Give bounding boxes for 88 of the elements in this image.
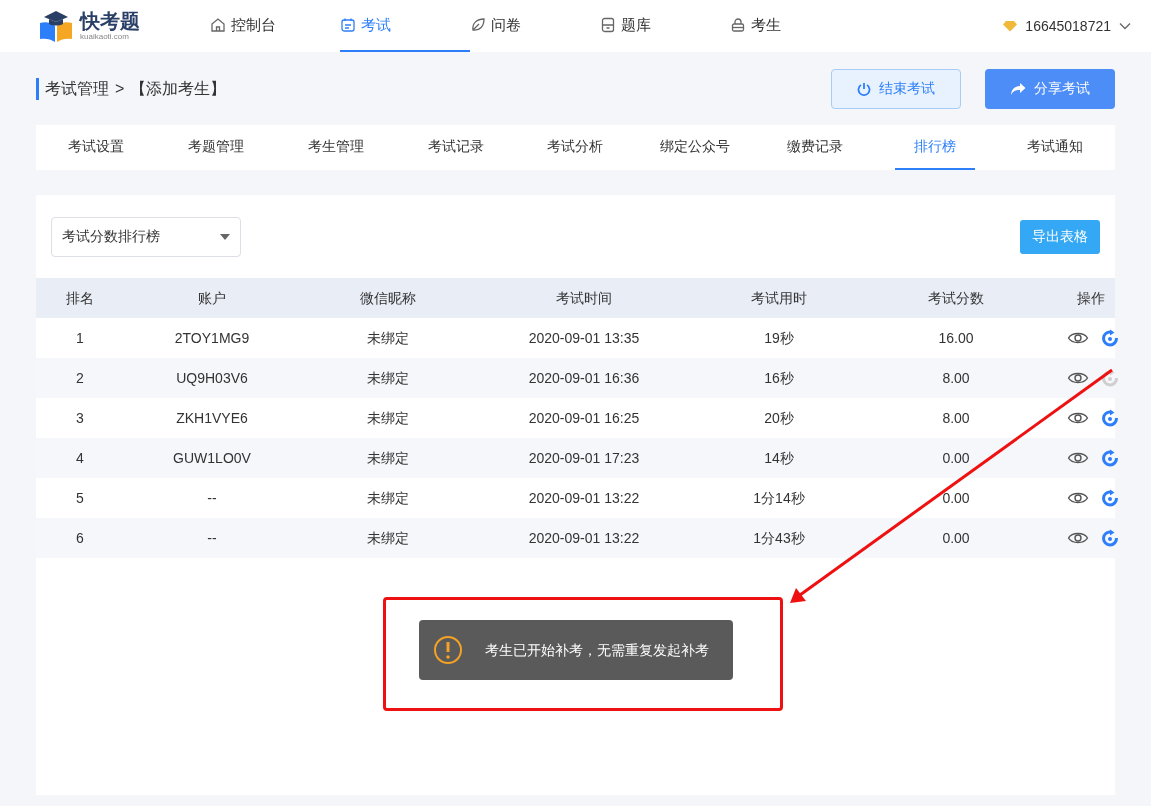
eye-icon[interactable] xyxy=(1067,450,1089,466)
table-cell-text: 8.00 xyxy=(942,368,970,388)
ranking-select[interactable]: 考试分数排行榜 xyxy=(51,216,241,257)
tab[interactable]: 考生管理 xyxy=(295,125,376,170)
eye-icon[interactable] xyxy=(1067,490,1089,506)
table-cell-text: 2020-09-01 13:22 xyxy=(528,488,640,508)
table-cell-text: 2020-09-01 16:36 xyxy=(528,368,640,388)
table-cell-text: 1分43秒 xyxy=(753,528,805,548)
leaf-icon xyxy=(470,17,486,33)
nav-item[interactable]: 控制台 xyxy=(210,0,340,52)
archive-icon xyxy=(600,17,616,33)
table-cell-text: 未绑定 xyxy=(367,328,409,348)
tab[interactable]: 考题管理 xyxy=(175,125,256,170)
retake-icon[interactable] xyxy=(1101,449,1119,467)
tab[interactable]: 考试通知 xyxy=(1015,125,1096,170)
table-cell-text: 0.00 xyxy=(942,488,970,508)
column-header: 操作 xyxy=(1077,288,1105,308)
breadcrumb-current: 【添加考生】 xyxy=(130,78,227,99)
table-cell-text: 16秒 xyxy=(764,368,794,388)
nav-item[interactable]: 问卷 xyxy=(470,0,600,52)
table-cell-text: 未绑定 xyxy=(367,528,409,548)
chevron-down-icon[interactable] xyxy=(1119,22,1131,30)
column-header: 排名 xyxy=(66,288,94,308)
power-icon xyxy=(857,81,871,96)
breadcrumb-link[interactable]: 考试管理 xyxy=(45,76,109,101)
table-cell-text: 2 xyxy=(76,368,84,388)
logo-text: 快考题 xyxy=(80,11,140,31)
tab[interactable]: 排行榜 xyxy=(895,125,976,170)
table-cell-text: 20秒 xyxy=(764,408,794,428)
table-cell-text: 未绑定 xyxy=(367,368,409,388)
table-cell-text: 3 xyxy=(76,408,84,428)
column-header: 考试时间 xyxy=(556,288,612,308)
tab[interactable]: 考试设置 xyxy=(55,125,136,170)
column-header: 考试用时 xyxy=(751,288,807,308)
tab[interactable]: 绑定公众号 xyxy=(654,125,737,170)
eye-icon[interactable] xyxy=(1067,370,1089,386)
nav-item[interactable]: 考生 xyxy=(730,0,860,52)
home-icon xyxy=(210,17,226,33)
table-cell-text: 未绑定 xyxy=(367,408,409,428)
table-cell-text: 2020-09-01 13:35 xyxy=(528,328,640,348)
table-cell-text: ZKH1VYE6 xyxy=(176,408,248,428)
table-cell-text: 6 xyxy=(76,528,84,548)
breadcrumb-separator: > xyxy=(115,78,125,99)
table-cell-text: 2020-09-01 16:25 xyxy=(528,408,640,428)
tab[interactable]: 考试记录 xyxy=(415,125,496,170)
table-cell-text: 1 xyxy=(76,328,84,348)
table-cell-text: 未绑定 xyxy=(367,448,409,468)
tab[interactable]: 考试分析 xyxy=(535,125,616,170)
retake-icon[interactable] xyxy=(1101,489,1119,507)
table-cell-text: 0.00 xyxy=(942,448,970,468)
eye-icon[interactable] xyxy=(1067,410,1089,426)
diamond-icon xyxy=(1003,20,1018,32)
table-cell-text: -- xyxy=(207,488,217,508)
share-arrow-icon xyxy=(1010,81,1026,96)
eye-icon[interactable] xyxy=(1067,330,1089,346)
table-cell-text: 未绑定 xyxy=(367,488,409,508)
end-exam-button[interactable]: 结束考试 xyxy=(831,68,961,109)
table-cell-text: 8.00 xyxy=(942,408,970,428)
table-cell-text: 2020-09-01 17:23 xyxy=(528,448,640,468)
dropdown-caret-icon xyxy=(220,233,230,240)
column-header: 考试分数 xyxy=(928,288,984,308)
eye-icon[interactable] xyxy=(1067,530,1089,546)
table-cell-text: GUW1LO0V xyxy=(173,448,251,468)
table-cell-text: 2TOY1MG9 xyxy=(174,328,250,348)
table-cell-text: 14秒 xyxy=(764,448,794,468)
lock-icon xyxy=(730,17,746,33)
table-cell-text: UQ9H03V6 xyxy=(176,368,248,388)
table-cell-text: 4 xyxy=(76,448,84,468)
table-cell-text: 2020-09-01 13:22 xyxy=(528,528,640,548)
table-cell-text: 19秒 xyxy=(764,328,794,348)
table-cell-text: 0.00 xyxy=(942,528,970,548)
logo-domain: kuaikaoti.com xyxy=(80,33,130,41)
nav-item[interactable]: 题库 xyxy=(600,0,730,52)
tab[interactable]: 缴费记录 xyxy=(775,125,856,170)
warning-icon xyxy=(432,635,463,665)
table-cell-text: -- xyxy=(207,528,217,548)
toast-text: 考生已开始补考，无需重复发起补考 xyxy=(484,640,709,660)
retake-icon[interactable] xyxy=(1101,529,1119,547)
nav-item[interactable]: 考试 xyxy=(340,0,470,52)
table-cell-text: 16.00 xyxy=(938,328,974,348)
retake-icon[interactable] xyxy=(1101,409,1119,427)
calendar-icon xyxy=(340,17,356,33)
table-cell-text: 5 xyxy=(76,488,84,508)
retake-icon[interactable] xyxy=(1101,329,1119,347)
column-header: 账户 xyxy=(198,288,226,308)
table-cell-text: 1分14秒 xyxy=(753,488,805,508)
user-account[interactable]: 16645018721 xyxy=(1025,15,1111,37)
column-header: 微信昵称 xyxy=(360,288,416,308)
